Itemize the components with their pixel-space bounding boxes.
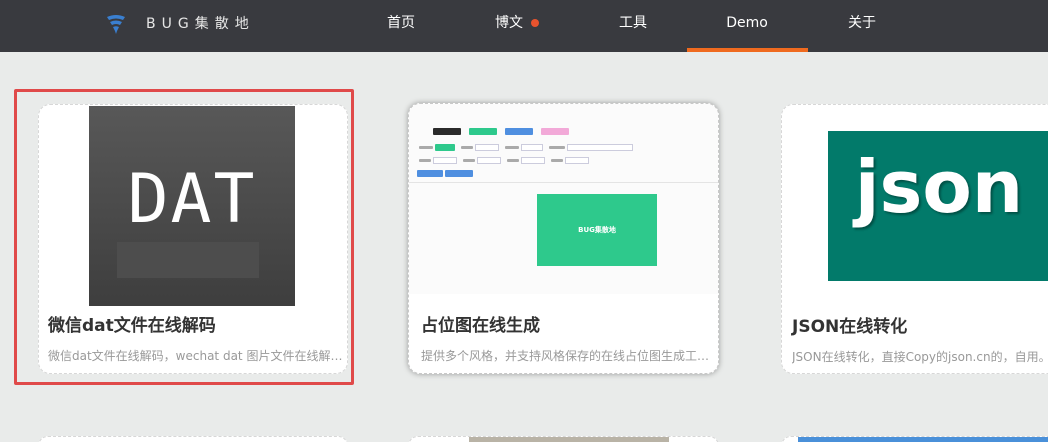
card-next-row-3[interactable] [781,436,1048,442]
thumbnail-shadow-band [117,242,259,278]
site-logo-text[interactable]: BUG集散地 [146,13,255,33]
nav-demo[interactable]: Demo [712,0,782,52]
active-nav-indicator [687,48,808,52]
card-next-row-1[interactable] [38,436,348,442]
nav-about[interactable]: 关于 [837,0,887,52]
new-content-dot [531,19,539,27]
card-description: 提供多个风格，并支持风格保存的在线占位图生成工具。 [421,349,717,363]
nav-tools[interactable]: 工具 [608,0,658,52]
nav-home[interactable]: 首页 [376,0,426,52]
top-navbar: BUG集散地 首页 博文 工具 Demo 关于 [0,0,1048,52]
nav-blog[interactable]: 博文 [484,0,534,52]
placeholder-preview: BUG集散地 [537,194,657,266]
card-json-converter[interactable]: json JSON在线转化 JSON在线转化，直接Copy的json.cn的，自… [781,104,1048,374]
card-title[interactable]: JSON在线转化 [792,312,907,337]
card-thumbnail: BUG集散地 [409,104,718,294]
card-thumbnail: DAT [89,106,295,306]
card-title[interactable]: 微信dat文件在线解码 [48,311,216,336]
card-next-row-2[interactable] [408,436,719,442]
card-title[interactable]: 占位图在线生成 [421,311,540,336]
card-thumbnail: json [828,131,1048,281]
card-description: 微信dat文件在线解码，wechat dat 图片文件在线解码... [48,349,348,363]
card-placeholder-generator[interactable]: BUG集散地 占位图在线生成 提供多个风格，并支持风格保存的在线占位图生成工具。 [408,103,719,374]
card-wechat-dat-decoder[interactable]: DAT 微信dat文件在线解码 微信dat文件在线解码，wechat dat 图… [38,104,348,374]
card-description: JSON在线转化，直接Copy的json.cn的，自用。 [792,350,1048,364]
wifi-signal-icon[interactable] [106,14,126,36]
thumbnail-text: DAT [127,160,257,239]
thumbnail-text: json [854,145,1024,229]
